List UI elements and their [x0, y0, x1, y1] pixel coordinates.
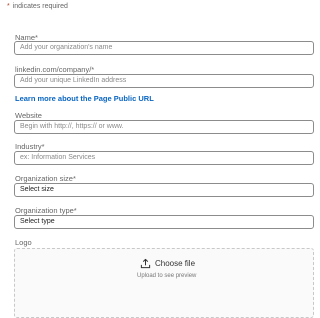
choose-file-button[interactable]: Choose file [140, 258, 195, 269]
industry-input[interactable]: ex: Information Services [14, 151, 314, 165]
upload-hint: Upload to see preview [137, 273, 197, 279]
required-note-text: indicates required [12, 3, 68, 10]
org-type-select[interactable]: Select type [14, 215, 314, 229]
org-type-label: Organization type* [15, 206, 77, 215]
name-input[interactable]: Add your organization's name [14, 41, 314, 55]
linkedin-url-label: linkedin.com/company/* [15, 65, 95, 74]
logo-label: Logo [15, 238, 32, 247]
create-page-form: * indicates required Name* Add your orga… [0, 0, 314, 318]
org-size-label: Organization size* [15, 174, 76, 183]
choose-file-label: Choose file [155, 259, 196, 268]
required-note: * indicates required [7, 3, 68, 10]
website-input[interactable]: Begin with http://, https:// or www. [14, 120, 314, 134]
linkedin-url-placeholder: Add your unique LinkedIn address [20, 77, 127, 84]
website-placeholder: Begin with http://, https:// or www. [20, 123, 124, 130]
required-star: * [7, 3, 10, 10]
name-placeholder: Add your organization's name [20, 44, 113, 51]
org-size-select[interactable]: Select size [14, 183, 314, 197]
industry-label: Industry* [15, 142, 45, 151]
industry-placeholder: ex: Information Services [20, 154, 96, 161]
website-label: Website [15, 111, 42, 120]
linkedin-url-input[interactable]: Add your unique LinkedIn address [14, 74, 314, 88]
learn-more-link[interactable]: Learn more about the Page Public URL [15, 94, 154, 103]
org-size-value: Select size [20, 186, 54, 193]
upload-icon [140, 258, 151, 269]
org-type-value: Select type [20, 218, 55, 225]
